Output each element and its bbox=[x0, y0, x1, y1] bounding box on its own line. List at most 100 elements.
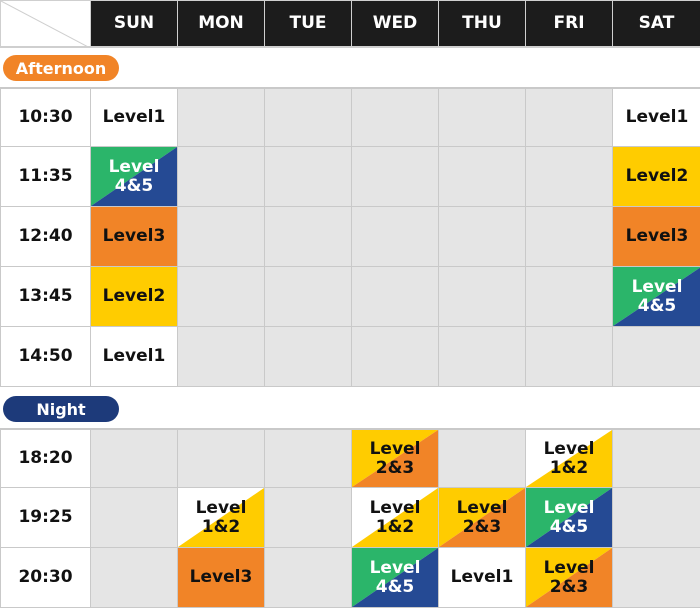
empty-slot bbox=[439, 327, 526, 387]
class-slot[interactable]: Level 2&3 bbox=[439, 488, 526, 548]
empty-slot bbox=[526, 87, 613, 147]
schedule-row: 20:30 Level3 Level 4&5 Level1 Level 2&3 bbox=[0, 548, 700, 608]
label-line: 2&3 bbox=[375, 457, 415, 478]
class-level-label: Level1 bbox=[103, 347, 166, 366]
empty-slot bbox=[352, 87, 439, 147]
empty-slot bbox=[265, 267, 352, 327]
time-label: 19:25 bbox=[0, 488, 91, 548]
time-label: 10:30 bbox=[0, 87, 91, 147]
section-badge-night: Night bbox=[3, 396, 119, 422]
day-header-tue: TUE bbox=[265, 0, 352, 48]
label-line: Level bbox=[108, 156, 160, 177]
class-slot[interactable]: Level 4&5 bbox=[91, 147, 178, 207]
empty-slot bbox=[613, 327, 700, 387]
class-level-label: Level3 bbox=[103, 227, 166, 246]
time-label: 12:40 bbox=[0, 207, 91, 267]
empty-slot bbox=[91, 488, 178, 548]
diagonal-line bbox=[1, 1, 88, 46]
label-line: Level3 bbox=[102, 226, 166, 246]
empty-slot bbox=[439, 267, 526, 327]
label-line: Level2 bbox=[625, 166, 689, 186]
label-line: Level bbox=[631, 276, 683, 297]
empty-slot bbox=[439, 207, 526, 267]
schedule-row: 11:35 Level 4&5 Level2 bbox=[0, 147, 700, 207]
schedule-row: 10:30 Level1 Level1 bbox=[0, 87, 700, 147]
empty-slot bbox=[439, 428, 526, 488]
label-line: Level bbox=[543, 557, 595, 578]
class-slot[interactable]: Level3 bbox=[613, 207, 700, 267]
class-slot[interactable]: Level 4&5 bbox=[526, 488, 613, 548]
empty-slot bbox=[613, 428, 700, 488]
class-level-label: Level1 bbox=[103, 108, 166, 127]
label-line: Level bbox=[369, 497, 421, 518]
empty-slot bbox=[178, 147, 265, 207]
empty-slot bbox=[439, 87, 526, 147]
label-line: Level bbox=[369, 557, 421, 578]
time-label: 18:20 bbox=[0, 428, 91, 488]
label-line: Level bbox=[456, 497, 508, 518]
label-line: Level3 bbox=[625, 226, 689, 246]
class-level-label: Level1 bbox=[626, 108, 689, 127]
empty-slot bbox=[352, 147, 439, 207]
class-slot[interactable]: Level 2&3 bbox=[526, 548, 613, 608]
time-label: 14:50 bbox=[0, 327, 91, 387]
day-header-fri: FRI bbox=[526, 0, 613, 48]
class-level-label: Level 4&5 bbox=[631, 276, 683, 316]
class-level-label: Level 4&5 bbox=[544, 498, 595, 537]
day-header-wed: WED bbox=[352, 0, 439, 48]
empty-slot bbox=[265, 87, 352, 147]
schedule-row: 18:20 Level 2&3 Level 1&2 bbox=[0, 428, 700, 488]
class-slot[interactable]: Level 1&2 bbox=[352, 488, 439, 548]
empty-slot bbox=[526, 147, 613, 207]
empty-slot bbox=[352, 207, 439, 267]
class-level-label: Level 2&3 bbox=[456, 497, 508, 537]
empty-slot bbox=[613, 488, 700, 548]
label-line: 4&5 bbox=[637, 295, 677, 316]
label-line: 4&5 bbox=[375, 576, 415, 597]
class-slot[interactable]: Level1 bbox=[91, 327, 178, 387]
day-header-sun: SUN bbox=[91, 0, 178, 48]
label-line: Level1 bbox=[450, 567, 514, 587]
label-line: 1&2 bbox=[549, 457, 589, 478]
empty-slot bbox=[265, 428, 352, 488]
class-slot[interactable]: Level 2&3 bbox=[352, 428, 439, 488]
empty-slot bbox=[352, 327, 439, 387]
class-level-label: Level 2&3 bbox=[369, 438, 421, 478]
empty-slot bbox=[613, 548, 700, 608]
class-slot[interactable]: Level3 bbox=[91, 207, 178, 267]
class-level-label: Level 1&2 bbox=[544, 439, 595, 478]
class-slot[interactable]: Level1 bbox=[439, 548, 526, 608]
label-line: 1&2 bbox=[201, 516, 241, 537]
class-slot[interactable]: Level 1&2 bbox=[526, 428, 613, 488]
day-header-sat: SAT bbox=[613, 0, 700, 48]
class-level-label: Level3 bbox=[190, 568, 253, 587]
label-line: Level bbox=[369, 438, 421, 459]
schedule-row: 12:40 Level3 Level3 bbox=[0, 207, 700, 267]
class-slot[interactable]: Level 4&5 bbox=[352, 548, 439, 608]
class-slot[interactable]: Level1 bbox=[613, 87, 700, 147]
empty-slot bbox=[265, 488, 352, 548]
empty-slot bbox=[526, 207, 613, 267]
empty-slot bbox=[265, 207, 352, 267]
schedule-row: 13:45 Level2 Level 4&5 bbox=[0, 267, 700, 327]
class-level-label: Level 1&2 bbox=[195, 497, 247, 537]
class-slot[interactable]: Level1 bbox=[91, 87, 178, 147]
day-header-mon: MON bbox=[178, 0, 265, 48]
class-slot[interactable]: Level2 bbox=[91, 267, 178, 327]
time-label: 20:30 bbox=[0, 548, 91, 608]
class-slot[interactable]: Level 1&2 bbox=[178, 488, 265, 548]
class-level-label: Level1 bbox=[451, 568, 514, 587]
class-slot[interactable]: Level 4&5 bbox=[613, 267, 700, 327]
label-line: Level bbox=[195, 497, 247, 518]
empty-slot bbox=[178, 207, 265, 267]
label-line: Level2 bbox=[102, 286, 166, 306]
section-badge-afternoon: Afternoon bbox=[3, 55, 119, 81]
class-slot[interactable]: Level3 bbox=[178, 548, 265, 608]
class-slot[interactable]: Level2 bbox=[613, 147, 700, 207]
label-line: 4&5 bbox=[549, 516, 589, 537]
day-header-row: SUN MON TUE WED THU FRI SAT bbox=[0, 0, 700, 48]
class-level-label: Level2 bbox=[103, 287, 166, 306]
class-level-label: Level3 bbox=[626, 227, 689, 246]
class-level-label: Level 1&2 bbox=[369, 497, 421, 537]
empty-slot bbox=[265, 327, 352, 387]
